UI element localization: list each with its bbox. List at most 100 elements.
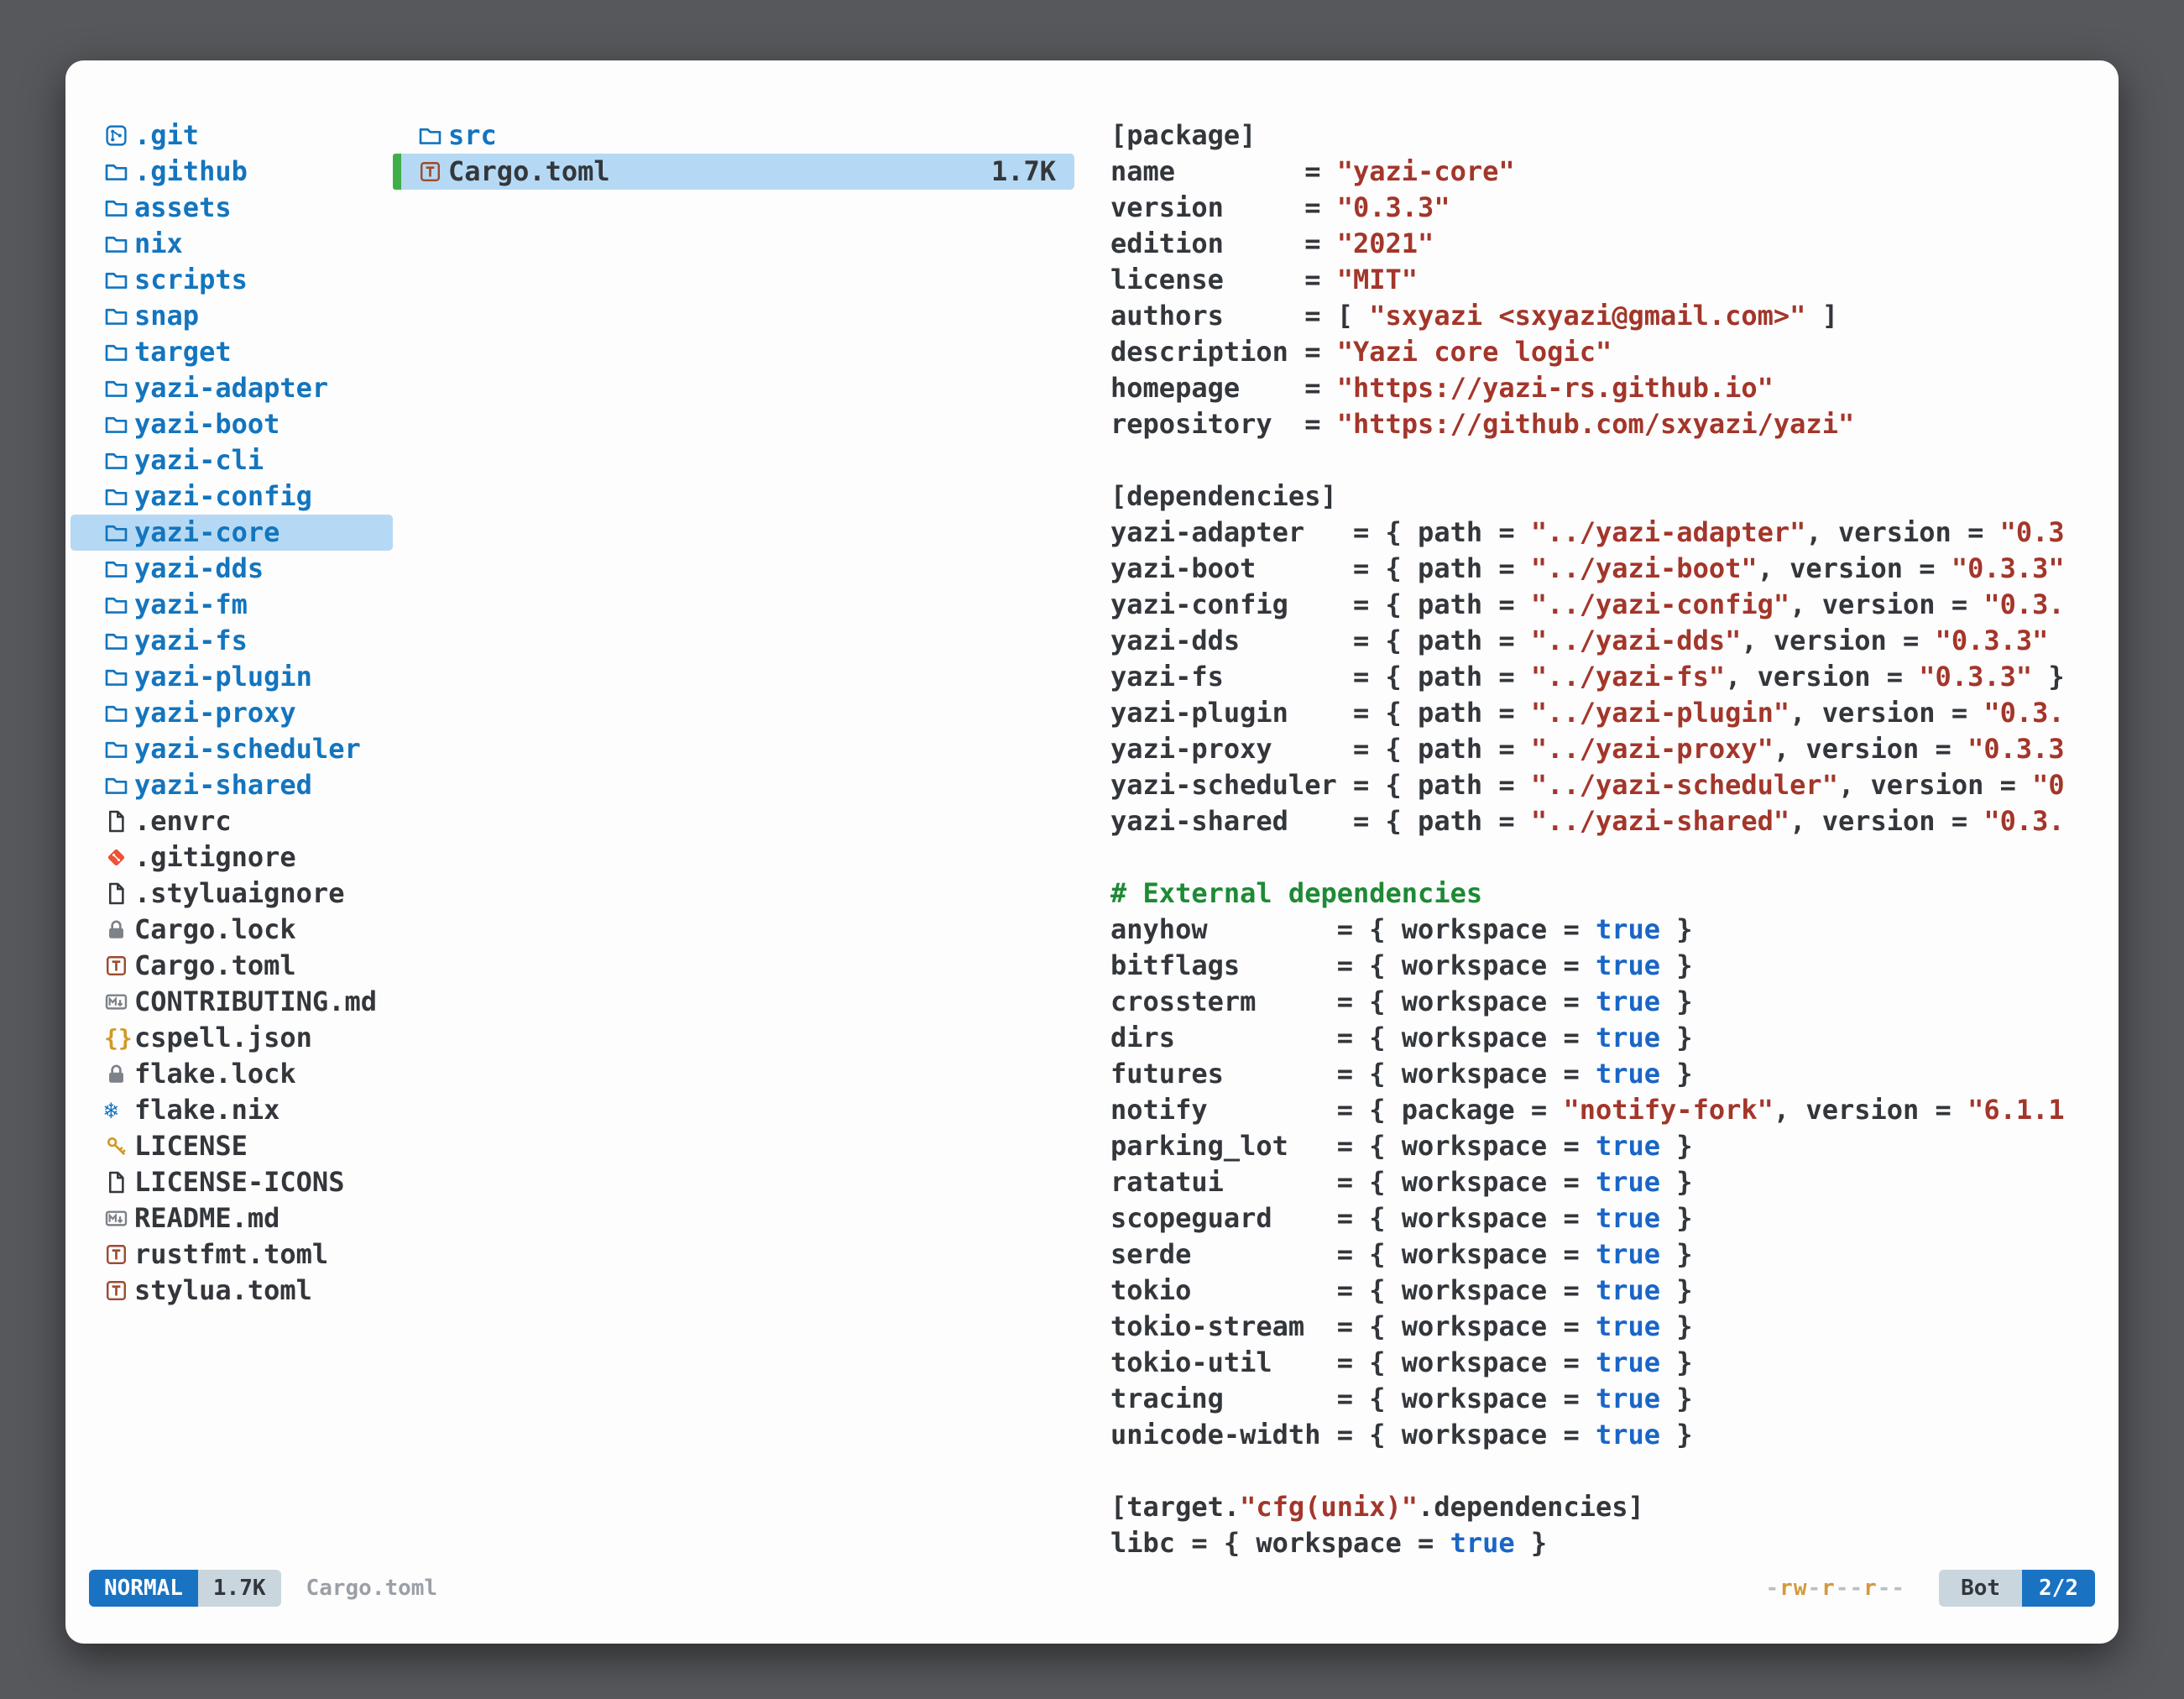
dir-item-yazi-config[interactable]: yazi-config	[71, 478, 393, 515]
json-icon: {}	[104, 1027, 134, 1050]
preview-code-line: name = "yazi-core"	[1110, 154, 2116, 190]
item-label: target	[134, 334, 232, 370]
dir-item-assets[interactable]: assets	[71, 190, 393, 226]
preview-code-line: homepage = "https://yazi-rs.github.io"	[1110, 370, 2116, 406]
item-label: yazi-adapter	[134, 370, 328, 406]
folder-icon	[104, 412, 134, 437]
dir-item-yazi-dds[interactable]: yazi-dds	[71, 551, 393, 587]
desktop-background: .git.githubassetsnixscriptssnaptargetyaz…	[0, 0, 2184, 1699]
file-item-cargo-toml[interactable]: Cargo.toml	[71, 948, 393, 984]
item-label: flake.nix	[134, 1092, 280, 1128]
dir-item-yazi-fm[interactable]: yazi-fm	[71, 587, 393, 623]
dir-item-yazi-core[interactable]: yazi-core	[71, 515, 393, 551]
dir-item-yazi-proxy[interactable]: yazi-proxy	[71, 695, 393, 731]
cursor-count-indicator: 2/2	[2022, 1570, 2095, 1607]
item-label: assets	[134, 190, 232, 226]
file-icon	[104, 809, 134, 834]
folder-icon	[104, 376, 134, 400]
preview-code-line: crossterm = { workspace = true }	[1110, 984, 2116, 1020]
item-label: yazi-fs	[134, 623, 248, 659]
status-bar: NORMAL 1.7K Cargo.toml -rw-r--r-- Bot 2/…	[89, 1570, 2095, 1607]
item-label: yazi-cli	[134, 442, 264, 478]
file-item-rustfmt-toml[interactable]: rustfmt.toml	[71, 1236, 393, 1273]
folder-icon	[104, 340, 134, 364]
file-item-envrc[interactable]: .envrc	[71, 803, 393, 839]
current-directory-pane: srcCargo.toml 1.7K	[393, 118, 1074, 190]
item-label: LICENSE	[134, 1128, 248, 1164]
dir-item-nix[interactable]: nix	[71, 226, 393, 262]
dir-item-git[interactable]: .git	[71, 118, 393, 154]
dir-item-yazi-shared[interactable]: yazi-shared	[71, 767, 393, 803]
permissions-indicator: -rw-r--r--	[1766, 1576, 1906, 1601]
file-item-readme-md[interactable]: README.md	[71, 1200, 393, 1236]
preview-code-line: [package]	[1110, 118, 2116, 154]
item-size: 1.7K	[991, 154, 1074, 190]
markdown-icon	[104, 990, 134, 1014]
preview-code-line: serde = { workspace = true }	[1110, 1236, 2116, 1273]
preview-code-line: version = "0.3.3"	[1110, 190, 2116, 226]
file-item-cargo-toml[interactable]: Cargo.toml 1.7K	[393, 154, 1074, 190]
file-preview-pane[interactable]: [package]name = "yazi-core"version = "0.…	[1110, 118, 2116, 1561]
file-item-license[interactable]: LICENSE	[71, 1128, 393, 1164]
license-icon	[104, 1134, 134, 1158]
folder-icon	[104, 484, 134, 509]
dir-item-target[interactable]: target	[71, 334, 393, 370]
file-item-styluaignore[interactable]: .styluaignore	[71, 876, 393, 912]
item-label: scripts	[134, 262, 248, 298]
toml-icon	[104, 954, 134, 978]
preview-code-line	[1110, 839, 2116, 876]
item-label: Cargo.toml	[448, 154, 610, 190]
toml-icon	[418, 159, 448, 184]
dir-item-snap[interactable]: snap	[71, 298, 393, 334]
item-label: yazi-plugin	[134, 659, 312, 695]
preview-code-line: [dependencies]	[1110, 478, 2116, 515]
file-item-gitignore[interactable]: .gitignore	[71, 839, 393, 876]
folder-icon	[104, 593, 134, 617]
preview-code-line: description = "Yazi core logic"	[1110, 334, 2116, 370]
dir-item-src[interactable]: src	[393, 118, 1074, 154]
preview-code-line: ratatui = { workspace = true }	[1110, 1164, 2116, 1200]
dir-item-github[interactable]: .github	[71, 154, 393, 190]
item-label: yazi-fm	[134, 587, 248, 623]
preview-code-line: unicode-width = { workspace = true }	[1110, 1417, 2116, 1453]
folder-icon	[104, 196, 134, 220]
item-label: .gitignore	[134, 839, 296, 876]
preview-code-line: tokio-util = { workspace = true }	[1110, 1345, 2116, 1381]
item-label: yazi-dds	[134, 551, 264, 587]
file-item-flake-nix[interactable]: ❄flake.nix	[71, 1092, 393, 1128]
file-item-contributing-md[interactable]: CONTRIBUTING.md	[71, 984, 393, 1020]
folder-icon	[104, 268, 134, 292]
dir-item-yazi-cli[interactable]: yazi-cli	[71, 442, 393, 478]
dir-item-yazi-scheduler[interactable]: yazi-scheduler	[71, 731, 393, 767]
preview-code-line: parking_lot = { workspace = true }	[1110, 1128, 2116, 1164]
item-label: LICENSE-ICONS	[134, 1164, 344, 1200]
toml-icon	[104, 1242, 134, 1267]
preview-code-line: [target."cfg(unix)".dependencies]	[1110, 1489, 2116, 1525]
folder-icon	[104, 448, 134, 473]
dir-item-scripts[interactable]: scripts	[71, 262, 393, 298]
item-label: .styluaignore	[134, 876, 344, 912]
preview-code-line: scopeguard = { workspace = true }	[1110, 1200, 2116, 1236]
preview-code-line: dirs = { workspace = true }	[1110, 1020, 2116, 1056]
folder-icon	[418, 123, 448, 148]
snowflake-icon: ❄	[104, 1099, 134, 1122]
file-item-flake-lock[interactable]: flake.lock	[71, 1056, 393, 1092]
file-item-cargo-lock[interactable]: Cargo.lock	[71, 912, 393, 948]
item-label: stylua.toml	[134, 1273, 312, 1309]
item-label: src	[448, 118, 497, 154]
preview-code-line: yazi-boot = { path = "../yazi-boot", ver…	[1110, 551, 2116, 587]
dir-item-yazi-boot[interactable]: yazi-boot	[71, 406, 393, 442]
preview-code-line	[1110, 442, 2116, 478]
preview-code-line: authors = [ "sxyazi <sxyazi@gmail.com>" …	[1110, 298, 2116, 334]
file-item-cspell-json[interactable]: {}cspell.json	[71, 1020, 393, 1056]
item-label: yazi-boot	[134, 406, 280, 442]
preview-code-line: edition = "2021"	[1110, 226, 2116, 262]
dir-item-yazi-plugin[interactable]: yazi-plugin	[71, 659, 393, 695]
dir-item-yazi-fs[interactable]: yazi-fs	[71, 623, 393, 659]
preview-code-line: bitflags = { workspace = true }	[1110, 948, 2116, 984]
dir-item-yazi-adapter[interactable]: yazi-adapter	[71, 370, 393, 406]
file-item-stylua-toml[interactable]: stylua.toml	[71, 1273, 393, 1309]
item-label: nix	[134, 226, 183, 262]
file-item-license-icons[interactable]: LICENSE-ICONS	[71, 1164, 393, 1200]
item-label: Cargo.toml	[134, 948, 296, 984]
